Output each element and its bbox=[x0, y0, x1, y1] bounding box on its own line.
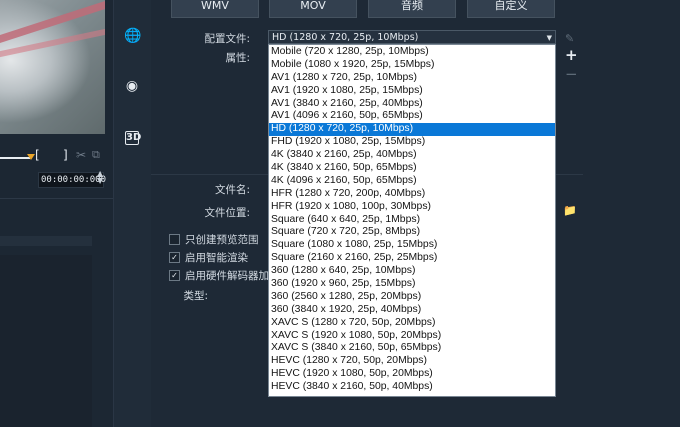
scissors-icon[interactable]: ✂ bbox=[76, 148, 88, 162]
checkbox-label: 启用智能渲染 bbox=[185, 252, 248, 264]
dropdown-option[interactable]: 4K (3840 x 2160, 50p, 65Mbps) bbox=[269, 162, 555, 175]
clip-icon[interactable]: ⧉ bbox=[92, 148, 104, 161]
timecode-field[interactable]: 00:00:00:000 bbox=[38, 172, 106, 188]
checkbox-hw-decoder[interactable]: ✓ 启用硬件解码器加速 bbox=[169, 268, 280, 282]
dropdown-option[interactable]: Square (720 x 720, 25p, 8Mbps) bbox=[269, 226, 555, 239]
dropdown-option[interactable]: HEVC (3840 x 2160, 50p, 40Mbps) bbox=[269, 381, 555, 394]
video-preview bbox=[0, 0, 105, 134]
dropdown-option[interactable]: AV1 (4096 x 2160, 50p, 65Mbps) bbox=[269, 110, 555, 123]
disc-icon[interactable]: ◉ bbox=[124, 78, 140, 94]
dropdown-option[interactable]: HEVC (1280 x 720, 50p, 20Mbps) bbox=[269, 355, 555, 368]
dropdown-option[interactable]: 360 (3840 x 1920, 25p, 40Mbps) bbox=[269, 304, 555, 317]
checkbox-preview-range[interactable]: 只创建预览范围 bbox=[169, 232, 259, 246]
checkbox-box[interactable] bbox=[169, 233, 180, 245]
checkbox-label: 只创建预览范围 bbox=[185, 234, 259, 246]
preview-pane: [ ] ✂ ⧉ 00:00:00:000 ▲ ▼ bbox=[0, 0, 113, 427]
checkbox-smart-render[interactable]: ✓ 启用智能渲染 bbox=[169, 250, 248, 264]
checkbox-box[interactable]: ✓ bbox=[169, 269, 180, 281]
tab-audio[interactable]: 音频 bbox=[368, 0, 456, 18]
dropdown-option[interactable]: Square (2160 x 2160, 25p, 25Mbps) bbox=[269, 252, 555, 265]
dropdown-option[interactable]: 360 (2560 x 1280, 25p, 20Mbps) bbox=[269, 291, 555, 304]
dropdown-option[interactable]: Mobile (1080 x 1920, 25p, 15Mbps) bbox=[269, 59, 555, 72]
timecode-spinner[interactable]: ▲ ▼ bbox=[97, 170, 103, 185]
dropdown-option[interactable]: AV1 (3840 x 2160, 25p, 40Mbps) bbox=[269, 98, 555, 111]
tab-wmv[interactable]: WMV bbox=[171, 0, 259, 18]
dropdown-option[interactable]: XAVC S (1920 x 1080, 50p, 20Mbps) bbox=[269, 330, 555, 343]
dropdown-option[interactable]: HD (1280 x 720, 25p, 10Mbps) bbox=[269, 123, 555, 137]
dropdown-option[interactable]: Square (1080 x 1080, 25p, 15Mbps) bbox=[269, 239, 555, 252]
dropdown-option[interactable]: 4K (3840 x 2160, 25p, 40Mbps) bbox=[269, 149, 555, 162]
dropdown-option[interactable]: Square (640 x 640, 25p, 1Mbps) bbox=[269, 214, 555, 227]
dropdown-option[interactable]: HEVC (1920 x 1080, 50p, 20Mbps) bbox=[269, 368, 555, 381]
tab-custom[interactable]: 自定义 bbox=[467, 0, 555, 18]
properties-label: 属性: bbox=[225, 52, 250, 64]
edit-icon[interactable]: ✎ bbox=[565, 32, 577, 45]
checkbox-label: 启用硬件解码器加速 bbox=[185, 270, 280, 282]
checkbox-box[interactable]: ✓ bbox=[169, 251, 180, 263]
scrubber-track[interactable] bbox=[0, 157, 30, 159]
profile-label: 配置文件: bbox=[204, 33, 250, 45]
three-d-icon[interactable]: 3D bbox=[125, 131, 141, 145]
add-profile-icon[interactable]: + bbox=[565, 48, 578, 63]
left-panel-area bbox=[0, 255, 92, 427]
scrubber-handle[interactable] bbox=[27, 154, 35, 160]
dropdown-option[interactable]: HFR (1920 x 1080, 100p, 30Mbps) bbox=[269, 201, 555, 214]
profile-dropdown-list[interactable]: Mobile (720 x 1280, 25p, 10Mbps) Mobile (… bbox=[268, 44, 556, 397]
file-name-label: 文件名: bbox=[214, 184, 250, 196]
dropdown-option[interactable]: Mobile (720 x 1280, 25p, 10Mbps) bbox=[269, 46, 555, 59]
dropdown-option[interactable]: 360 (1280 x 640, 25p, 10Mbps) bbox=[269, 265, 555, 278]
globe-icon[interactable]: 🌐 bbox=[124, 28, 141, 44]
folder-icon[interactable]: 📁 bbox=[563, 204, 579, 217]
divider bbox=[0, 198, 113, 199]
profile-select[interactable]: HD (1280 x 720, 25p, 10Mbps) ▼ bbox=[268, 30, 556, 44]
dropdown-option[interactable]: 360 (1920 x 960, 25p, 15Mbps) bbox=[269, 278, 555, 291]
dropdown-option[interactable]: XAVC S (3840 x 2160, 50p, 65Mbps) bbox=[269, 342, 555, 355]
profile-select-value: HD (1280 x 720, 25p, 10Mbps) bbox=[272, 32, 419, 43]
chevron-down-icon[interactable]: ▼ bbox=[547, 31, 552, 45]
left-strip bbox=[0, 236, 92, 246]
file-location-label: 文件位置: bbox=[204, 207, 250, 219]
dropdown-option[interactable]: HFR (1280 x 720, 200p, 40Mbps) bbox=[269, 188, 555, 201]
type-label: 类型: bbox=[183, 290, 208, 302]
mark-out-button[interactable]: ] bbox=[63, 148, 68, 162]
dropdown-option[interactable]: FHD (1920 x 1080, 25p, 15Mbps) bbox=[269, 136, 555, 149]
dropdown-option[interactable]: 4K (4096 x 2160, 50p, 65Mbps) bbox=[269, 175, 555, 188]
remove-profile-icon[interactable]: − bbox=[565, 67, 578, 82]
tab-mov[interactable]: MOV bbox=[269, 0, 357, 18]
dropdown-option[interactable]: XAVC S (1280 x 720, 50p, 20Mbps) bbox=[269, 317, 555, 330]
dropdown-option[interactable]: AV1 (1920 x 1080, 25p, 15Mbps) bbox=[269, 85, 555, 98]
category-bar: 🌐 ◉ 3D bbox=[113, 0, 152, 427]
dropdown-option[interactable]: AV1 (1280 x 720, 25p, 10Mbps) bbox=[269, 72, 555, 85]
mark-in-button[interactable]: [ bbox=[35, 148, 40, 162]
